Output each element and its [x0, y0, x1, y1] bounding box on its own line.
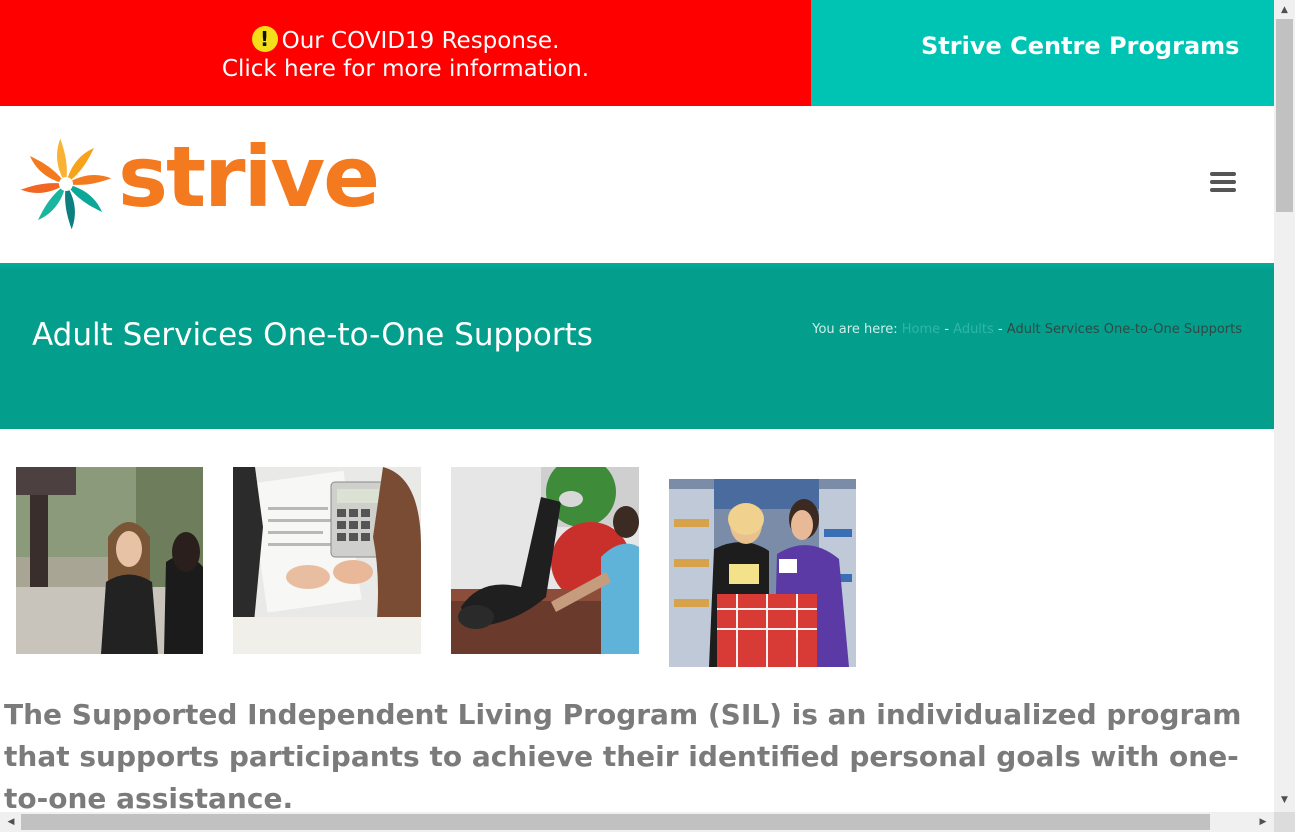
logo-wordmark: strive: [118, 128, 380, 226]
scroll-right-arrow-icon[interactable]: ▶: [1254, 812, 1272, 832]
scroll-up-arrow-icon[interactable]: ▲: [1274, 2, 1295, 19]
breadcrumb-separator: -: [997, 322, 1003, 337]
scroll-down-arrow-icon[interactable]: ▼: [1274, 792, 1295, 809]
strive-centre-programs-link[interactable]: Strive Centre Programs: [921, 32, 1239, 60]
strive-centre-programs-banner[interactable]: Strive Centre Programs: [811, 0, 1274, 106]
site-header: strive: [0, 106, 1274, 263]
breadcrumb-adults-link[interactable]: Adults: [953, 322, 994, 337]
scrollbar-corner: [1274, 812, 1295, 832]
hamburger-menu-icon[interactable]: [1210, 172, 1236, 194]
horizontal-scroll-thumb[interactable]: [21, 814, 1210, 830]
vertical-scroll-thumb[interactable]: [1276, 19, 1293, 212]
vertical-scrollbar[interactable]: ▲ ▼: [1274, 0, 1295, 812]
breadcrumb-prefix: You are here:: [812, 322, 898, 337]
scroll-left-arrow-icon[interactable]: ◀: [2, 812, 20, 832]
strive-logo[interactable]: strive: [18, 128, 380, 234]
page: ! Our COVID19 Response. Click here for mo…: [0, 0, 1274, 812]
breadcrumb-home-link[interactable]: Home: [902, 322, 940, 337]
page-title: Adult Services One-to-One Supports: [32, 317, 593, 353]
horizontal-scrollbar[interactable]: ◀ ▶: [0, 812, 1274, 832]
pinwheel-logo-icon: [20, 138, 112, 230]
grocery-shopping-photo: [669, 479, 856, 667]
breadcrumb-separator: -: [944, 322, 950, 337]
page-title-band: Adult Services One-to-One Supports You a…: [0, 263, 1274, 429]
breadcrumb-current: Adult Services One-to-One Supports: [1006, 322, 1242, 337]
two-women-talking-photo: [16, 467, 203, 654]
calculator-budgeting-photo: [233, 467, 421, 654]
intro-paragraph: The Supported Independent Living Program…: [4, 698, 1242, 812]
covid-line-2[interactable]: Click here for more information.: [0, 55, 811, 83]
covid-line-1: Our COVID19 Response.: [281, 28, 560, 54]
covid-response-banner[interactable]: ! Our COVID19 Response. Click here for mo…: [0, 0, 811, 106]
exclamation-icon: !: [251, 26, 278, 52]
exercise-ball-therapy-photo: [451, 467, 639, 654]
breadcrumb: You are here: Home - Adults - Adult Serv…: [812, 322, 1242, 337]
